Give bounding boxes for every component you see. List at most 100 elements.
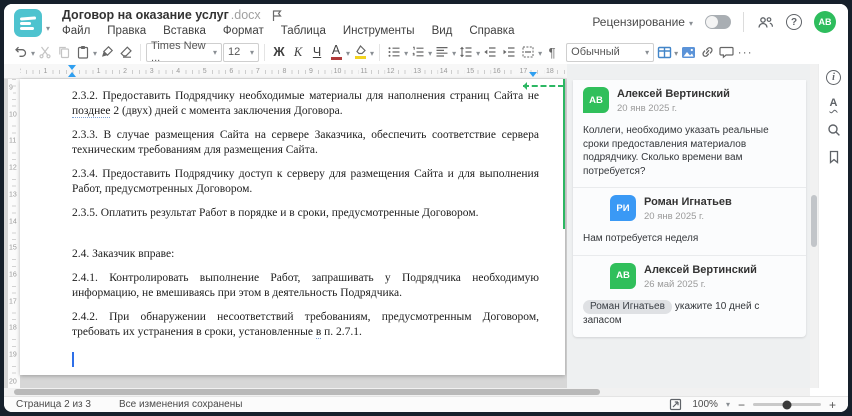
page-counter[interactable]: Страница 2 из 3 (16, 399, 91, 410)
insert-table-button[interactable] (655, 42, 673, 62)
menu-item[interactable]: Правка (107, 25, 146, 37)
paragraph[interactable]: 2.4.2. При обнаружении несоответствий тр… (72, 310, 539, 340)
italic-button[interactable]: К (289, 42, 307, 62)
bullet-list-caret-icon[interactable] (404, 43, 408, 61)
cut-button[interactable] (36, 42, 54, 62)
favorite-flag-icon[interactable] (271, 9, 283, 22)
font-color-button[interactable]: А (327, 42, 345, 62)
collaboration-users-icon[interactable] (756, 12, 774, 32)
paragraph[interactable]: 2.3.3. В случае размещения Сайта на серв… (72, 128, 539, 158)
ruler-number: 8 (280, 67, 289, 76)
app-logo-icon[interactable] (14, 9, 42, 37)
numbered-list-button[interactable] (409, 42, 427, 62)
line-spacing-caret-icon[interactable] (476, 43, 480, 61)
font-color-caret-icon[interactable] (346, 43, 350, 61)
text-run: 2.4. Заказчик вправе: (72, 248, 175, 260)
ruler-number: 1 (94, 67, 103, 76)
ruler-number: 5 (200, 67, 209, 76)
paragraph[interactable]: 2.3.2. Предоставить Подрядчику необходим… (72, 89, 539, 119)
vertical-scrollbar[interactable] (810, 64, 818, 388)
help-icon[interactable] (786, 14, 802, 30)
menu-item[interactable]: Справка (469, 25, 514, 37)
align-left-button[interactable] (433, 42, 451, 62)
menu-item[interactable]: Вставка (163, 25, 206, 37)
format-painter-button[interactable] (98, 42, 116, 62)
more-tools-button[interactable]: ··· (736, 42, 754, 62)
first-line-indent-marker[interactable] (68, 65, 76, 70)
paragraph[interactable]: 2.4.1. Контролировать выполнение Работ, … (72, 271, 539, 301)
toolbar-separator (140, 43, 142, 61)
copy-button[interactable] (55, 42, 73, 62)
clear-style-eraser-button[interactable] (117, 42, 135, 62)
align-caret-icon[interactable] (452, 43, 456, 61)
bold-button[interactable]: Ж (270, 42, 288, 62)
table-caret-icon[interactable] (674, 43, 678, 61)
comment-reply[interactable]: РИ Роман Игнатьев 20 янв 2025 г. Нам потреб… (573, 187, 806, 255)
ruler-number: 13 (411, 67, 424, 76)
header: Договор на оказание услуг.docx Файл Правк… (4, 4, 848, 40)
menu-item[interactable]: Вид (432, 25, 453, 37)
highlight-caret-icon[interactable] (370, 43, 374, 61)
user-avatar[interactable]: АВ (814, 11, 836, 33)
horizontal-ruler[interactable]: 12123456789101112131415161718 (4, 64, 567, 79)
horizontal-scrollbar-thumb[interactable] (14, 389, 600, 395)
left-indent-marker[interactable] (68, 72, 76, 77)
paragraph-style-select[interactable]: Обычный (566, 42, 655, 62)
comment-button[interactable] (717, 42, 735, 62)
comment[interactable]: АВ Алексей Вертинский 20 янв 2025 г. Коллег… (573, 80, 806, 187)
zoom-caret-icon[interactable] (726, 399, 730, 410)
ruler-number: 19 (9, 349, 17, 361)
bullet-list-button[interactable] (385, 42, 403, 62)
show-paragraph-marks-button[interactable]: ¶ (543, 42, 561, 62)
mention-chip[interactable]: Роман Игнатьев (583, 299, 672, 314)
spellcheck-underlined-text: позднее (72, 105, 111, 118)
review-mode-selector[interactable]: Рецензирование (592, 15, 693, 29)
logo-dropdown-caret-icon[interactable] (46, 18, 50, 36)
right-indent-marker[interactable] (529, 72, 537, 77)
vertical-ruler[interactable]: 9 10 11 12 13 14 15 16 17 18 19 20 (8, 79, 20, 388)
menu-item[interactable]: Инструменты (343, 25, 415, 37)
undo-caret-icon[interactable] (31, 43, 35, 61)
increase-indent-button[interactable] (500, 42, 518, 62)
zoom-slider[interactable] (752, 400, 821, 409)
menu-item[interactable]: Формат (223, 25, 264, 37)
zoom-out-button[interactable] (738, 398, 745, 412)
ruler-number: 15 (464, 67, 477, 76)
numbered-list-caret-icon[interactable] (428, 43, 432, 61)
review-toggle[interactable] (705, 15, 731, 29)
insert-image-button[interactable] (679, 42, 697, 62)
zoom-value[interactable]: 100% (692, 399, 718, 410)
vertical-scrollbar-thumb[interactable] (811, 195, 817, 247)
document-info-icon[interactable] (826, 70, 841, 85)
font-family-select[interactable]: Times New ... (146, 40, 223, 64)
paragraph[interactable]: 2.3.4. Предоставить Подрядчику доступ к … (72, 167, 539, 197)
paste-button[interactable] (74, 42, 92, 62)
insert-link-button[interactable] (698, 42, 716, 62)
paragraph[interactable]: 2.3.5. Оплатить результат Работ в порядк… (72, 206, 539, 221)
comment-avatar: АВ (610, 262, 636, 289)
fit-page-button[interactable] (666, 395, 684, 413)
decrease-indent-button[interactable] (481, 42, 499, 62)
zoom-in-button[interactable] (829, 398, 836, 412)
comment-reply[interactable]: АВ Алексей Вертинский 26 май 2025 г. Роман … (573, 254, 806, 337)
paragraph[interactable]: 2.4. Заказчик вправе: (72, 247, 539, 262)
underline-button[interactable]: Ч (308, 42, 326, 62)
search-icon[interactable] (825, 121, 843, 139)
menu-item[interactable]: Файл (62, 25, 90, 37)
comment-thread[interactable]: АВ Алексей Вертинский 20 янв 2025 г. Коллег… (573, 80, 806, 337)
menu-item[interactable]: Таблица (281, 25, 326, 37)
font-size-select[interactable]: 12 (223, 42, 260, 62)
paragraph-borders-button[interactable] (519, 42, 537, 62)
spellcheck-icon[interactable] (825, 94, 843, 112)
zoom-slider-knob[interactable] (782, 400, 792, 409)
document-page[interactable]: 2.3.2. Предоставить Подрядчику необходим… (20, 79, 565, 375)
paragraph-borders-caret-icon[interactable] (538, 43, 542, 61)
document-text[interactable]: 2.3.2. Предоставить Подрядчику необходим… (72, 79, 539, 349)
ruler-number: 2 (121, 67, 130, 76)
line-spacing-button[interactable] (457, 42, 475, 62)
bookmark-icon[interactable] (825, 148, 843, 166)
comment-text: Коллеги, необходимо указать реальные сро… (583, 125, 769, 177)
highlight-color-button[interactable] (351, 42, 369, 62)
undo-button[interactable] (12, 42, 30, 62)
paste-caret-icon[interactable] (93, 43, 97, 61)
